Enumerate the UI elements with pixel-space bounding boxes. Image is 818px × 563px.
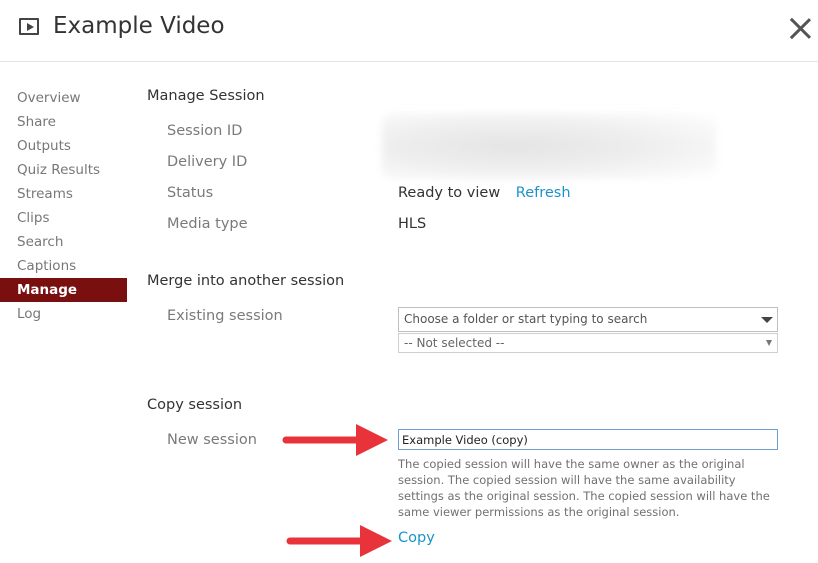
redacted-ids	[382, 113, 716, 179]
media-type-value: HLS	[398, 216, 427, 232]
status-value: Ready to view Refresh	[398, 185, 571, 201]
sidebar-item-quiz-results[interactable]: Quiz Results	[0, 158, 127, 182]
sidebar-item-outputs[interactable]: Outputs	[0, 134, 127, 158]
sidebar-item-clips[interactable]: Clips	[0, 206, 127, 230]
sidebar-item-log[interactable]: Log	[0, 302, 127, 326]
manage-session-heading: Manage Session	[147, 88, 265, 104]
delivery-id-label: Delivery ID	[167, 154, 248, 170]
status-label: Status	[167, 185, 214, 201]
chevron-down-icon	[766, 340, 772, 346]
copy-session-heading: Copy session	[147, 397, 243, 413]
folder-search-dropdown[interactable]: Choose a folder or start typing to searc…	[398, 307, 778, 332]
sidebar-item-manage[interactable]: Manage	[0, 278, 127, 302]
dialog-header: Example Video	[0, 0, 818, 62]
annotation-arrow-icon	[286, 525, 392, 557]
sidebar-item-streams[interactable]: Streams	[0, 182, 127, 206]
media-type-label: Media type	[167, 216, 248, 232]
merge-session-heading: Merge into another session	[147, 273, 345, 289]
sidebar-item-captions[interactable]: Captions	[0, 254, 127, 278]
sidebar-item-search[interactable]: Search	[0, 230, 127, 254]
existing-session-label: Existing session	[167, 308, 283, 324]
session-id-label: Session ID	[167, 123, 243, 139]
caret-down-icon	[761, 317, 773, 323]
sidebar-nav: Overview Share Outputs Quiz Results Stre…	[0, 86, 127, 326]
status-text: Ready to view	[398, 185, 501, 201]
refresh-link[interactable]: Refresh	[516, 185, 571, 201]
folder-search-placeholder: Choose a folder or start typing to searc…	[404, 312, 648, 326]
new-session-label: New session	[167, 432, 257, 448]
sidebar-item-overview[interactable]: Overview	[0, 86, 127, 110]
annotation-arrow-icon	[282, 424, 388, 456]
session-select[interactable]: -- Not selected --	[398, 333, 778, 353]
new-session-name-input[interactable]	[398, 429, 778, 450]
video-play-icon	[19, 18, 39, 35]
copy-link[interactable]: Copy	[398, 530, 435, 546]
copy-help-text: The copied session will have the same ow…	[398, 457, 770, 519]
sidebar-item-share[interactable]: Share	[0, 110, 127, 134]
session-select-value: -- Not selected --	[404, 336, 505, 350]
page-title: Example Video	[53, 13, 225, 39]
close-icon[interactable]	[789, 17, 811, 39]
